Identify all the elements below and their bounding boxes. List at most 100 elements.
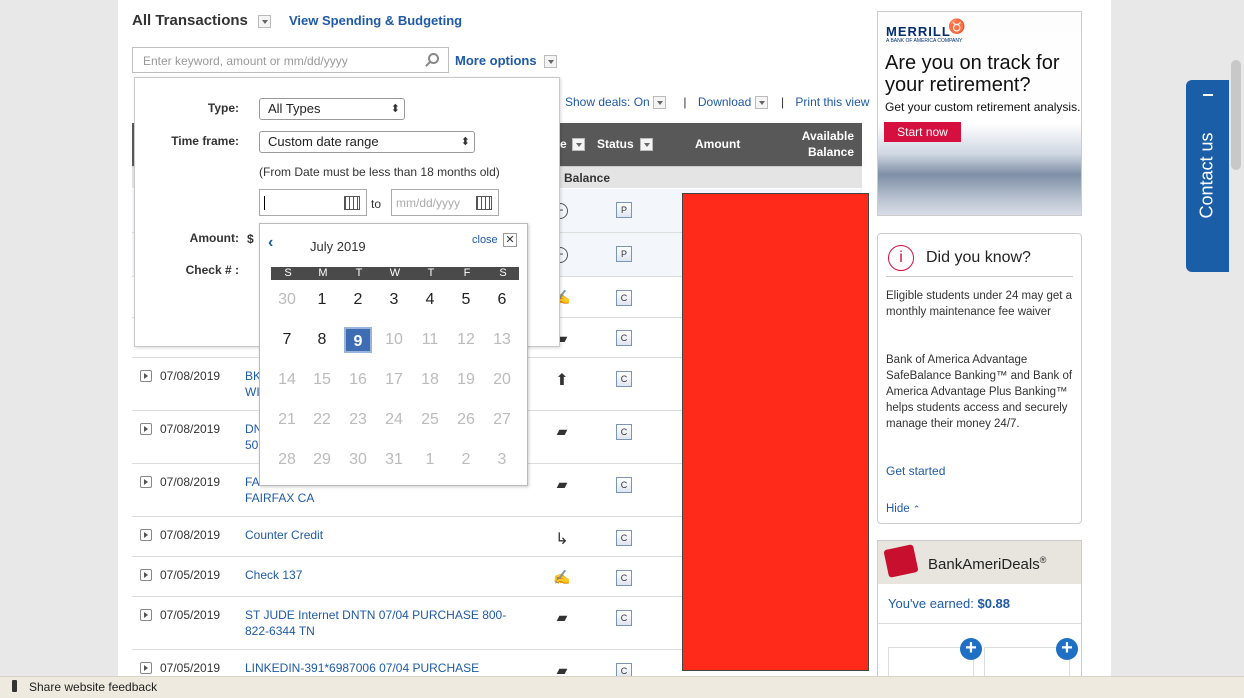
from-date-input[interactable]: [259, 189, 367, 216]
transaction-date: 07/08/2019: [160, 528, 221, 542]
type-select[interactable]: All Types: [259, 98, 405, 120]
date-picker: ‹ July 2019 close ✕ S M T W T F S 30 1 2…: [259, 223, 528, 486]
calendar-day: 27: [493, 411, 511, 428]
expand-icon[interactable]: [140, 370, 152, 382]
calendar-day: 28: [278, 451, 296, 468]
weekday-header: S M T W T F S: [271, 267, 519, 280]
bankamerideals-title: BankAmeriDeals®: [928, 555, 1047, 573]
chevron-down-icon[interactable]: [653, 96, 667, 110]
title-dropdown-icon[interactable]: [258, 14, 272, 28]
transaction-description[interactable]: Counter Credit: [245, 527, 515, 543]
status-badge: P: [616, 202, 632, 218]
chevron-down-icon[interactable]: [640, 138, 653, 151]
calendar-icon[interactable]: [344, 196, 360, 210]
calendar-day-selected[interactable]: 9: [344, 327, 372, 353]
calendar-day[interactable]: 3: [380, 287, 408, 313]
bull-icon: ♉: [948, 18, 966, 34]
type-column-header[interactable]: e: [560, 137, 567, 151]
scrollbar-thumb[interactable]: [1231, 60, 1241, 170]
calendar-day: 26: [457, 411, 475, 428]
to-date-input[interactable]: mm/dd/yyyy: [391, 189, 499, 216]
to-date-placeholder: mm/dd/yyyy: [396, 196, 461, 210]
type-label: Type:: [207, 101, 239, 115]
add-deal-icon[interactable]: +: [960, 638, 982, 660]
add-deal-icon[interactable]: +: [1056, 638, 1078, 660]
chevron-down-icon[interactable]: [754, 96, 768, 110]
chevron-up-icon: ⌃: [912, 504, 921, 514]
transaction-description[interactable]: Check 137: [245, 567, 515, 583]
chevron-down-icon[interactable]: [572, 138, 585, 151]
to-label: to: [371, 197, 382, 211]
status-badge: C: [616, 530, 632, 546]
feedback-icon: [12, 680, 17, 692]
hide-link[interactable]: Hide ⌃: [886, 503, 920, 515]
calendar-day: 24: [385, 411, 403, 428]
more-options-toggle[interactable]: More options: [455, 53, 558, 69]
status-column-header[interactable]: Status: [597, 137, 634, 151]
search-input[interactable]: Enter keyword, amount or mm/dd/yyyy: [132, 47, 449, 73]
spending-budgeting-link[interactable]: View Spending & Budgeting: [289, 13, 462, 28]
status-badge: C: [616, 424, 632, 440]
calendar-day: 13: [493, 331, 511, 348]
close-icon[interactable]: ✕: [503, 233, 517, 247]
divider: [878, 623, 1081, 624]
calendar-day[interactable]: 6: [488, 287, 516, 313]
calendar-day[interactable]: 4: [416, 287, 444, 313]
get-started-link[interactable]: Get started: [886, 464, 945, 478]
transaction-date: 07/05/2019: [160, 608, 221, 622]
search-icon[interactable]: [428, 53, 439, 64]
redacted-amounts: [682, 193, 869, 671]
calendar-day: 23: [349, 411, 367, 428]
timeframe-select[interactable]: Custom date range: [259, 131, 475, 153]
merrill-ad[interactable]: MERRILL ♉ A BANK OF AMERICA COMPANY Are …: [877, 11, 1082, 216]
transaction-date: 07/08/2019: [160, 369, 221, 383]
available-balance-header: Available: [801, 129, 854, 143]
transaction-description[interactable]: ST JUDE Internet DNTN 07/04 PURCHASE 800…: [245, 607, 515, 639]
calendar-day[interactable]: 5: [452, 287, 480, 313]
calendar-day: 18: [421, 371, 439, 388]
download-link[interactable]: Download: [698, 95, 751, 109]
transaction-description[interactable]: LINKEDIN-391*6987006 07/04 PURCHASE: [245, 660, 545, 676]
transaction-date: 07/05/2019: [160, 568, 221, 582]
expand-icon[interactable]: [140, 662, 152, 674]
check-number-label: Check # :: [185, 263, 239, 277]
calendar-day[interactable]: 8: [308, 327, 336, 353]
timeframe-note: (From Date must be less than 18 months o…: [259, 165, 500, 179]
calendar-day[interactable]: 1: [308, 287, 336, 313]
expand-icon[interactable]: [140, 423, 152, 435]
feedback-bar[interactable]: Share website feedback: [0, 676, 1244, 698]
status-badge: C: [616, 610, 632, 626]
expand-icon[interactable]: [140, 476, 152, 488]
calendar-day: 14: [278, 371, 296, 388]
calendar-day[interactable]: 7: [273, 327, 301, 353]
did-you-know-text-1: Eligible students under 24 may get a mon…: [886, 290, 1073, 318]
status-badge: C: [616, 290, 632, 306]
prev-month-icon[interactable]: ‹: [268, 234, 273, 252]
print-link[interactable]: Print this view: [795, 95, 869, 109]
calendar-day: 21: [278, 411, 296, 428]
deposit-arrow-icon: ↳: [555, 531, 569, 548]
status-badge: C: [616, 330, 632, 346]
calendar-day: 16: [349, 371, 367, 388]
calendar-day: 22: [313, 411, 331, 428]
expand-icon[interactable]: [140, 529, 152, 541]
calendar-day: 17: [385, 371, 403, 388]
calendar-day: 30: [349, 451, 367, 468]
info-icon: i: [888, 245, 914, 271]
expand-icon[interactable]: [140, 609, 152, 621]
calendar-close-link[interactable]: close: [472, 234, 498, 246]
expand-icon[interactable]: [140, 569, 152, 581]
contact-us-tab[interactable]: Contact us: [1186, 80, 1229, 272]
status-badge: C: [616, 570, 632, 586]
calendar-day: 30: [278, 291, 296, 308]
search-placeholder: Enter keyword, amount or mm/dd/yyyy: [143, 54, 348, 68]
text-cursor: [264, 196, 265, 210]
did-you-know-text-2: Bank of America Advantage SafeBalance Ba…: [886, 354, 1073, 430]
show-deals-toggle[interactable]: Show deals: On: [565, 95, 650, 109]
start-now-button[interactable]: Start now: [884, 122, 961, 142]
calendar-icon[interactable]: [476, 196, 492, 210]
page-title: All Transactions: [132, 12, 272, 29]
calendar-day[interactable]: 2: [344, 287, 372, 313]
feedback-label: Share website feedback: [29, 680, 158, 694]
card-icon: ▰: [556, 423, 568, 439]
